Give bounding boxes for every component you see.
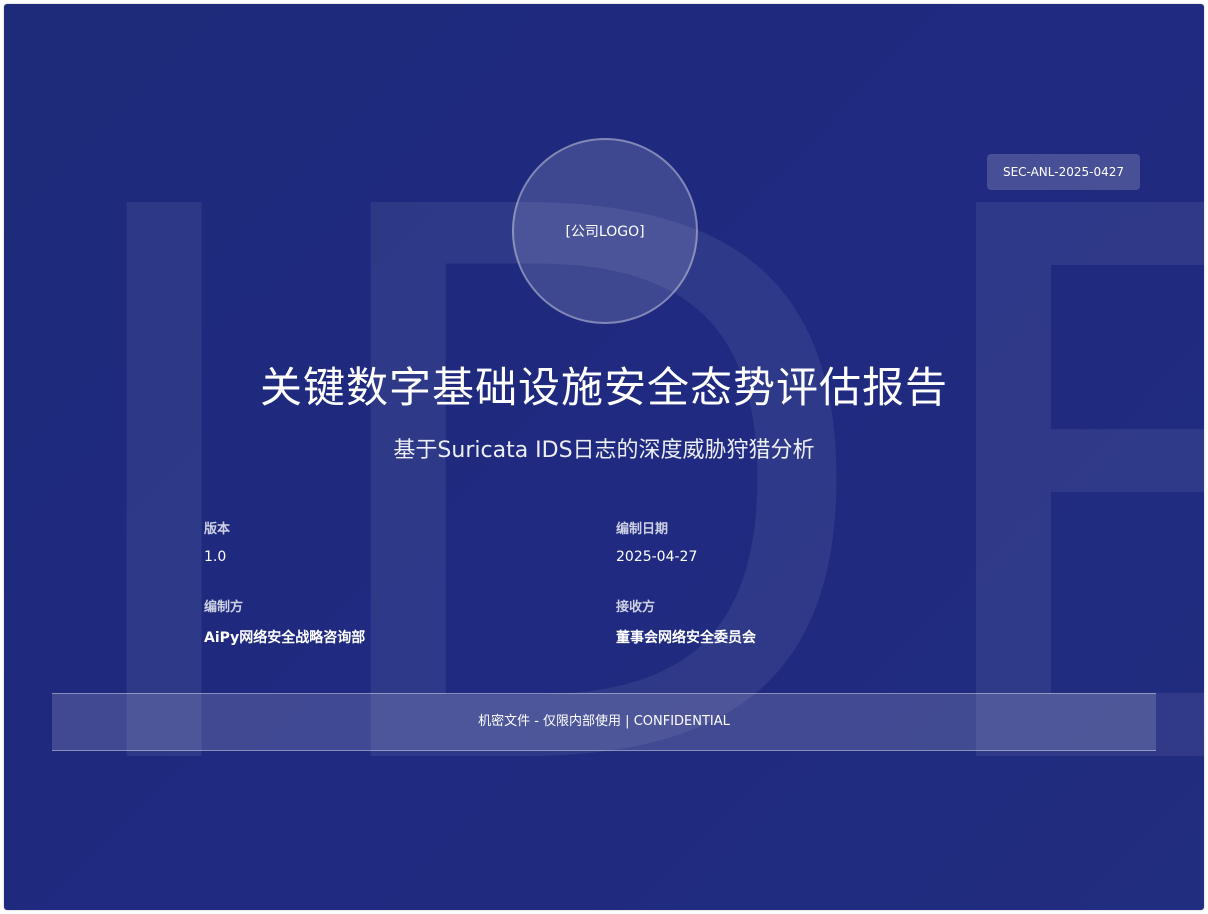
logo-placeholder-text: [公司LOGO] <box>565 224 645 240</box>
meta-recipient-label: 接收方 <box>616 600 656 615</box>
document-code-badge: SEC-ANL-2025-0427 <box>986 154 1140 190</box>
meta-version-value: 1.0 <box>204 549 227 565</box>
meta-author: 编制方 AiPy网络安全战略咨询部 <box>204 596 624 647</box>
company-logo-placeholder: [公司LOGO] <box>512 138 698 324</box>
meta-recipient: 接收方 董事会网络安全委员会 <box>616 596 1036 647</box>
meta-author-value: AiPy网络安全战略咨询部 <box>204 630 366 646</box>
meta-recipient-value: 董事会网络安全委员会 <box>616 630 756 646</box>
meta-author-label: 编制方 <box>204 600 244 615</box>
report-subtitle: 基于Suricata IDS日志的深度威胁狩猎分析 <box>393 438 815 463</box>
meta-version-label: 版本 <box>204 522 231 537</box>
report-title: 关键数字基础设施安全态势评估报告 <box>259 363 948 412</box>
meta-date: 编制日期 2025-04-27 <box>616 518 1036 565</box>
confidential-banner: 机密文件 - 仅限内部使用 | CONFIDENTIAL <box>52 693 1156 751</box>
meta-date-label: 编制日期 <box>616 522 669 537</box>
meta-version: 版本 1.0 <box>204 518 624 565</box>
meta-date-value: 2025-04-27 <box>616 549 698 565</box>
report-cover: IDE SEC-ANL-2025-0427 [公司LOGO] 关键数字基础设施安… <box>4 4 1204 910</box>
